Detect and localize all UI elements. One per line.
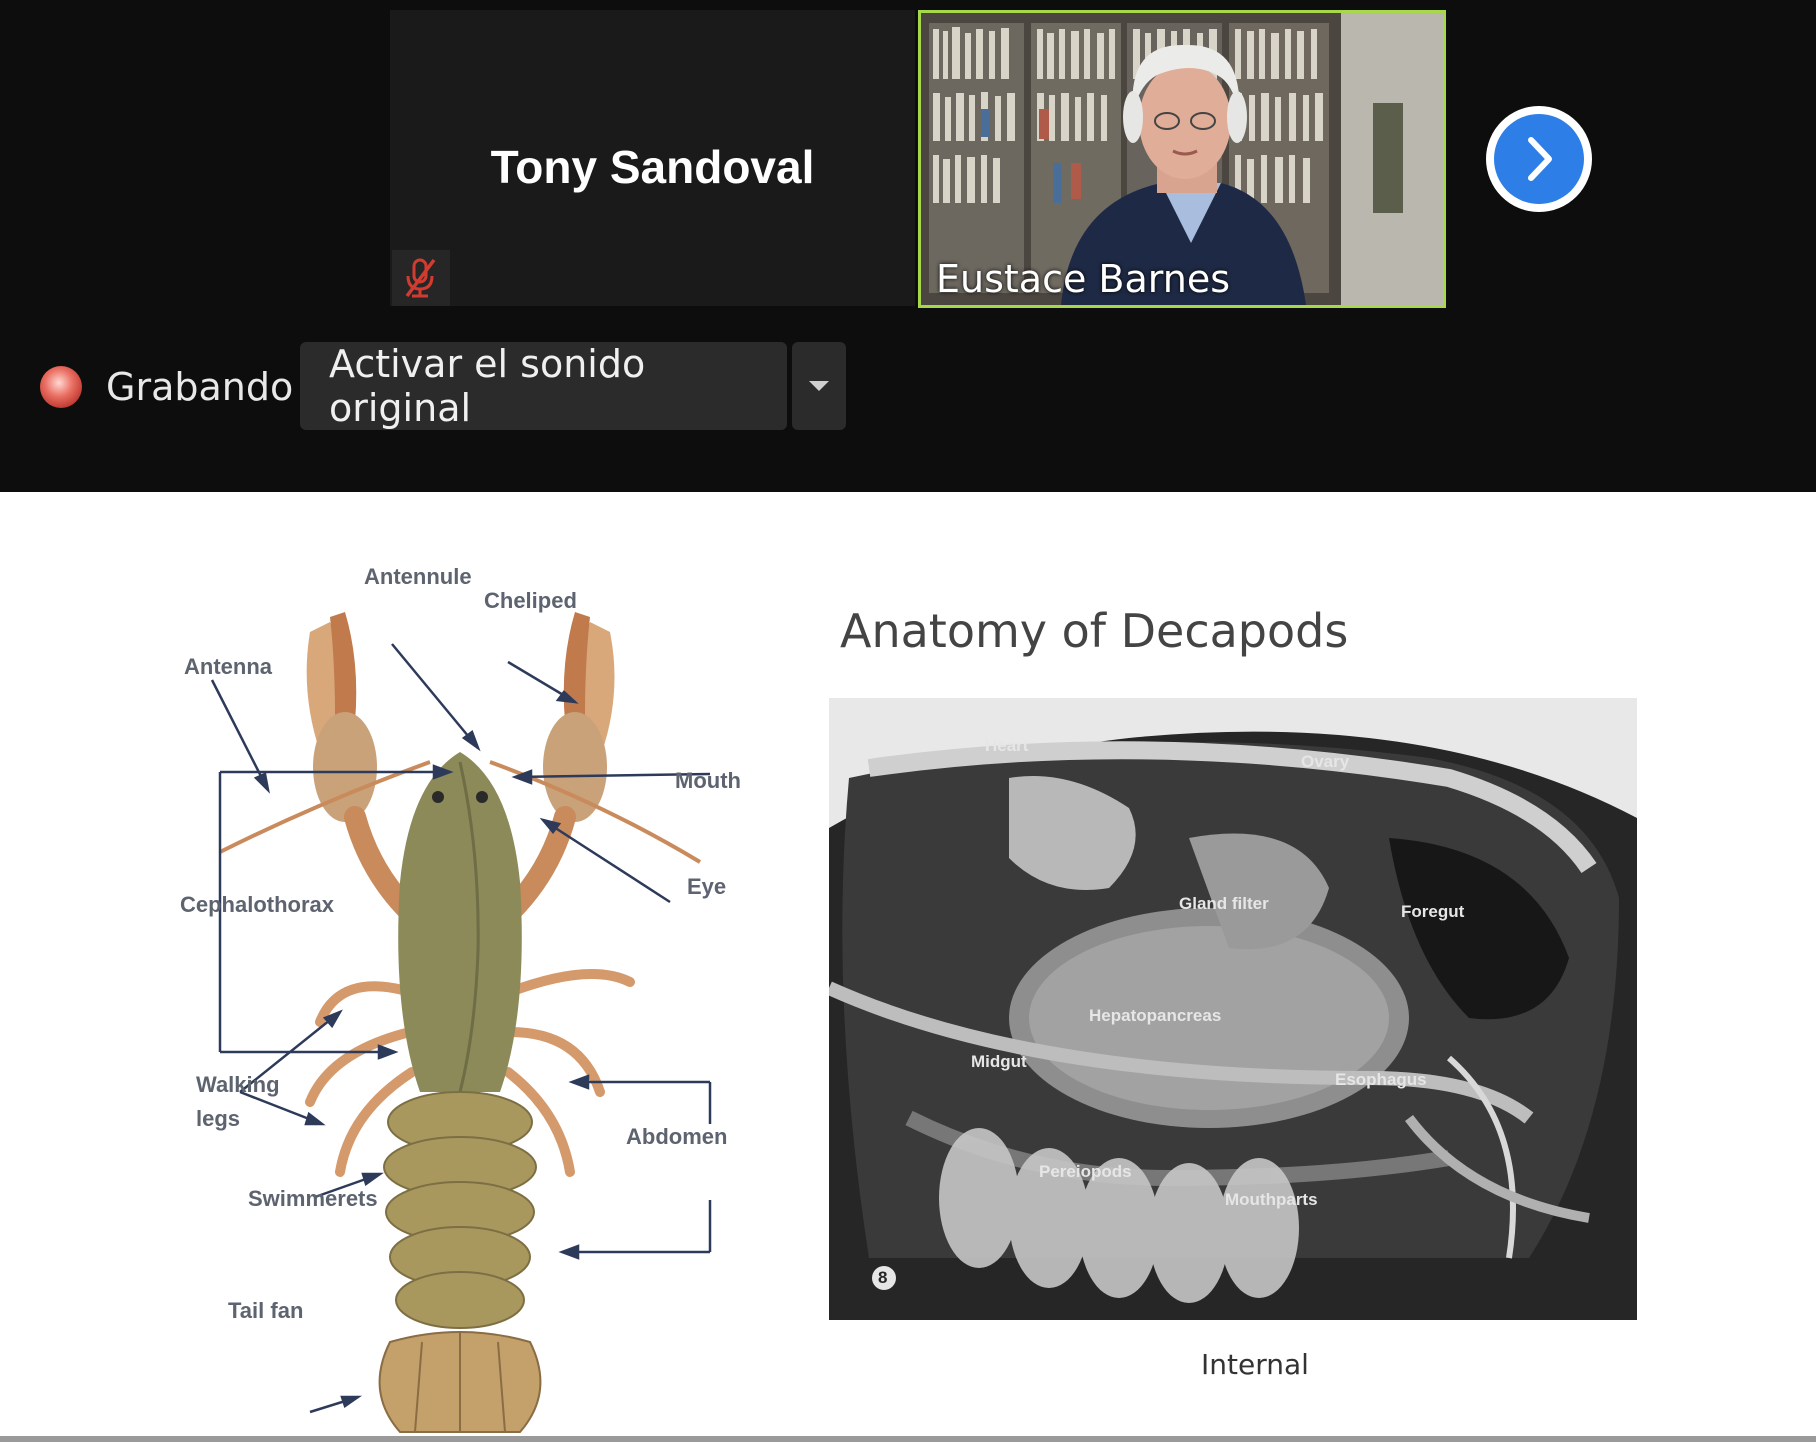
label-pereiopods: Pereiopods — [1039, 1162, 1132, 1181]
label-eye: Eye — [687, 874, 727, 899]
label-mouthparts: Mouthparts — [1225, 1190, 1318, 1209]
original-sound-button[interactable]: Activar el sonido original — [300, 342, 787, 430]
label-mouth: Mouth — [675, 768, 741, 793]
next-page-button[interactable] — [1486, 106, 1592, 212]
participant-name: Tony Sandoval — [490, 141, 815, 193]
recording-label: Grabando — [106, 365, 294, 409]
chevron-right-icon — [1494, 114, 1584, 204]
meeting-window: { "participants": { "audio_only": { "nam… — [0, 0, 1816, 1442]
label-abdomen: Abdomen — [626, 1124, 728, 1149]
original-sound-dropdown[interactable] — [792, 342, 846, 430]
label-esophagus: Esophagus — [1335, 1070, 1427, 1089]
label-antenna: Antenna — [184, 654, 272, 679]
label-legs: legs — [196, 1106, 241, 1131]
slide-title: Anatomy of Decapods — [840, 604, 1349, 658]
recording-indicator: Grabando — [40, 342, 293, 432]
participant-name: Eustace Barnes — [936, 257, 1230, 301]
meeting-video-strip: Tony Sandoval Eustace Barnes Grabando Ac… — [0, 0, 1816, 492]
label-gland: Gland filter — [1179, 894, 1269, 913]
label-foregut: Foregut — [1401, 902, 1465, 921]
label-heart: Heart — [985, 736, 1029, 755]
label-antennule: Antennule — [364, 564, 472, 589]
recording-dot-icon — [40, 366, 82, 408]
label-walking: Walking — [196, 1072, 280, 1097]
participant-tile-audio[interactable]: Tony Sandoval — [390, 10, 915, 306]
shared-screen-slide: Anatomy of Decapods Antennule Cheliped A… — [0, 492, 1816, 1442]
caret-down-icon — [809, 381, 829, 391]
crayfish-internal-anatomy-photo: Heart Ovary Gland filter Foregut Hepatop… — [829, 698, 1637, 1320]
photo-caption: Internal — [1201, 1348, 1309, 1381]
label-cheliped: Cheliped — [484, 588, 577, 613]
participant-tile-video[interactable]: Eustace Barnes — [918, 10, 1446, 308]
window-bottom-edge — [0, 1436, 1816, 1442]
label-tail-fan: Tail fan — [228, 1298, 304, 1323]
label-swimmerets: Swimmerets — [248, 1186, 378, 1211]
label-hepatopancreas: Hepatopancreas — [1089, 1006, 1222, 1025]
label-cephalothorax: Cephalothorax — [180, 892, 335, 917]
label-ovary: Ovary — [1301, 752, 1350, 771]
label-midgut: Midgut — [971, 1052, 1027, 1071]
plate-number: 8 — [878, 1268, 888, 1287]
muted-microphone-icon — [392, 250, 450, 306]
